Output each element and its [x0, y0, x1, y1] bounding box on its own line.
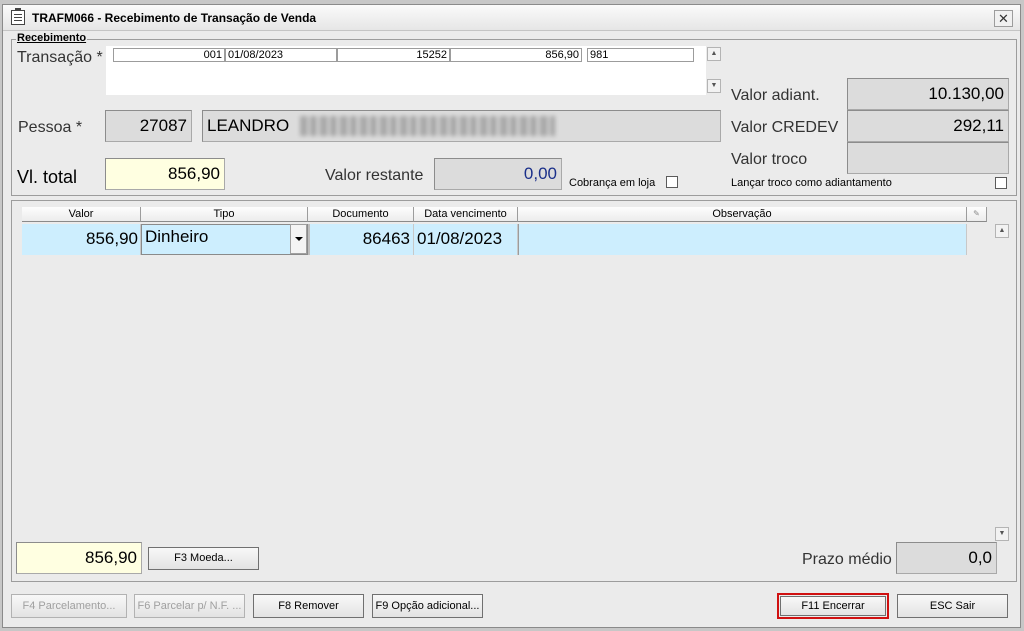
col-data-vencimento[interactable]: Data vencimento	[414, 207, 518, 222]
chevron-down-icon[interactable]	[290, 224, 307, 254]
row-tipo-select[interactable]: Dinheiro	[141, 224, 308, 255]
pessoa-label: Pessoa *	[18, 119, 83, 136]
scroll-up-icon[interactable]: ▲	[707, 47, 721, 61]
grid-scroll-up-icon[interactable]: ▲	[995, 224, 1009, 238]
valor-adiant-field: 10.130,00	[847, 78, 1009, 110]
valor-troco-label: Valor troco	[731, 151, 808, 168]
window-title: TRAFM066 - Recebimento de Transação de V…	[32, 11, 317, 25]
transacao-numero[interactable]: 15252	[337, 48, 450, 62]
redacted-name	[300, 116, 555, 136]
lancar-troco-checkbox[interactable]	[995, 177, 1007, 189]
col-documento[interactable]: Documento	[308, 207, 414, 222]
valor-adiant-label: Valor adiant.	[731, 87, 820, 104]
focus-highlight	[777, 593, 889, 619]
parcelamento-button[interactable]: F4 Parcelamento...	[11, 594, 127, 618]
group-label: Recebimento	[16, 32, 88, 44]
valor-restante-field: 0,00	[434, 158, 562, 190]
vl-total-field[interactable]: 856,90	[105, 158, 225, 190]
parcelar-nf-button[interactable]: F6 Parcelar p/ N.F. ...	[134, 594, 245, 618]
col-tipo[interactable]: Tipo	[141, 207, 308, 222]
column-chooser-icon[interactable]: ✎	[967, 207, 987, 222]
cobranca-checkbox[interactable]	[666, 176, 678, 188]
transacao-valor[interactable]: 856,90	[450, 48, 582, 62]
prazo-medio-field: 0,0	[896, 542, 997, 574]
document-icon	[11, 8, 25, 25]
remover-button[interactable]: F8 Remover	[253, 594, 364, 618]
payments-grid	[11, 200, 1017, 582]
valor-restante-label: Valor restante	[325, 167, 424, 184]
lancar-troco-label: Lançar troco como adiantamento	[731, 177, 892, 189]
pessoa-code-field[interactable]: 27087	[105, 110, 192, 142]
opcao-adicional-button[interactable]: F9 Opção adicional...	[372, 594, 483, 618]
row-data[interactable]: 01/08/2023	[414, 224, 518, 255]
valor-credev-label: Valor CREDEV	[731, 119, 839, 136]
transacao-loja[interactable]: 001	[113, 48, 225, 62]
moeda-button[interactable]: F3 Moeda...	[148, 547, 259, 570]
row-observacao[interactable]	[518, 224, 967, 255]
col-valor[interactable]: Valor	[22, 207, 141, 222]
valor-credev-field: 292,11	[847, 110, 1009, 142]
vl-total-label: Vl. total	[17, 167, 78, 187]
transacao-label: Transação *	[17, 49, 103, 66]
sair-button[interactable]: ESC Sair	[897, 594, 1008, 618]
footer-total-field: 856,90	[16, 542, 142, 574]
valor-troco-field	[847, 142, 1009, 174]
close-button[interactable]: ✕	[994, 10, 1013, 27]
transacao-codigo[interactable]: 981	[587, 48, 694, 62]
col-observacao[interactable]: Observação	[518, 207, 967, 222]
transacao-data[interactable]: 01/08/2023	[225, 48, 337, 62]
scroll-down-icon[interactable]: ▼	[707, 79, 721, 93]
cobranca-label: Cobrança em loja	[569, 177, 656, 189]
grid-scrollbar[interactable]	[994, 223, 1009, 542]
prazo-medio-label: Prazo médio	[802, 551, 892, 568]
grid-scroll-down-icon[interactable]: ▼	[995, 527, 1009, 541]
row-documento[interactable]: 86463	[308, 224, 414, 255]
row-valor[interactable]: 856,90	[22, 224, 141, 255]
